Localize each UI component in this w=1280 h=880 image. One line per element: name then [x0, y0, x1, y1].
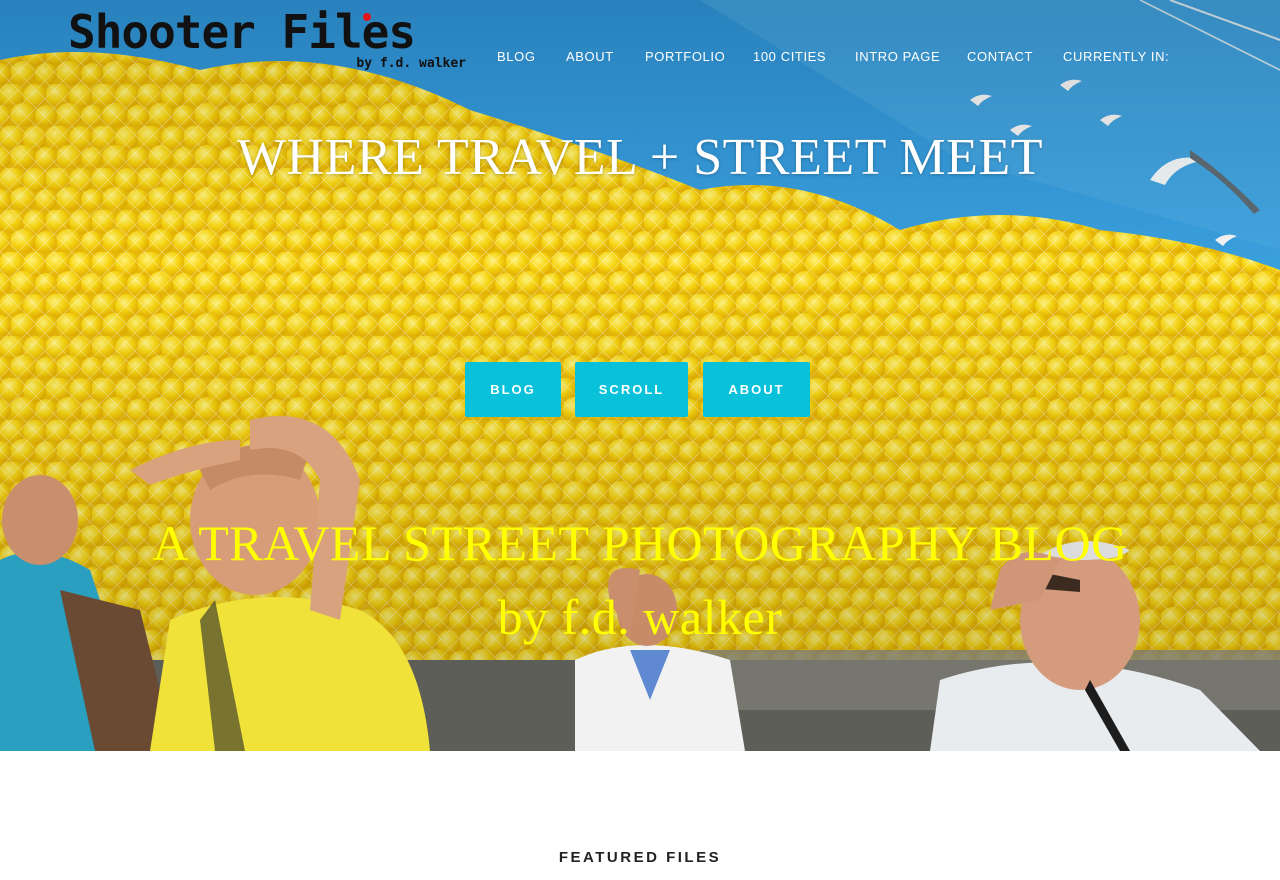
hero-about-button[interactable]: ABOUT: [703, 362, 810, 417]
hero-section: Shooter Files by f.d. walker BLOG ABOUT …: [0, 0, 1280, 751]
hero-tagline: A TRAVEL STREET PHOTOGRAPHY BLOG: [152, 515, 1128, 571]
nav-item-contact[interactable]: CONTACT: [967, 49, 1033, 64]
featured-files-heading: FEATURED FILES: [558, 849, 722, 866]
nav-item-100-cities[interactable]: 100 CITIES: [753, 49, 826, 64]
nav-item-intro-page[interactable]: INTRO PAGE: [855, 49, 940, 64]
nav-item-portfolio[interactable]: PORTFOLIO: [645, 49, 725, 64]
hero-scroll-button[interactable]: SCROLL: [575, 362, 688, 417]
hero-blog-button[interactable]: BLOG: [465, 362, 561, 417]
nav-item-about[interactable]: ABOUT: [566, 49, 614, 64]
hero-headline: WHERE TRAVEL + STREET MEET: [237, 129, 1043, 186]
hero-tagline-byline: by f.d. walker: [497, 589, 783, 645]
logo-subtitle: by f.d. walker: [356, 56, 466, 71]
logo-red-dot: [363, 13, 371, 21]
nav-item-currently-in[interactable]: CURRENTLY IN:: [1063, 49, 1169, 64]
site-logo[interactable]: Shooter Files by f.d. walker: [68, 6, 472, 76]
nav-item-blog[interactable]: BLOG: [497, 49, 536, 64]
